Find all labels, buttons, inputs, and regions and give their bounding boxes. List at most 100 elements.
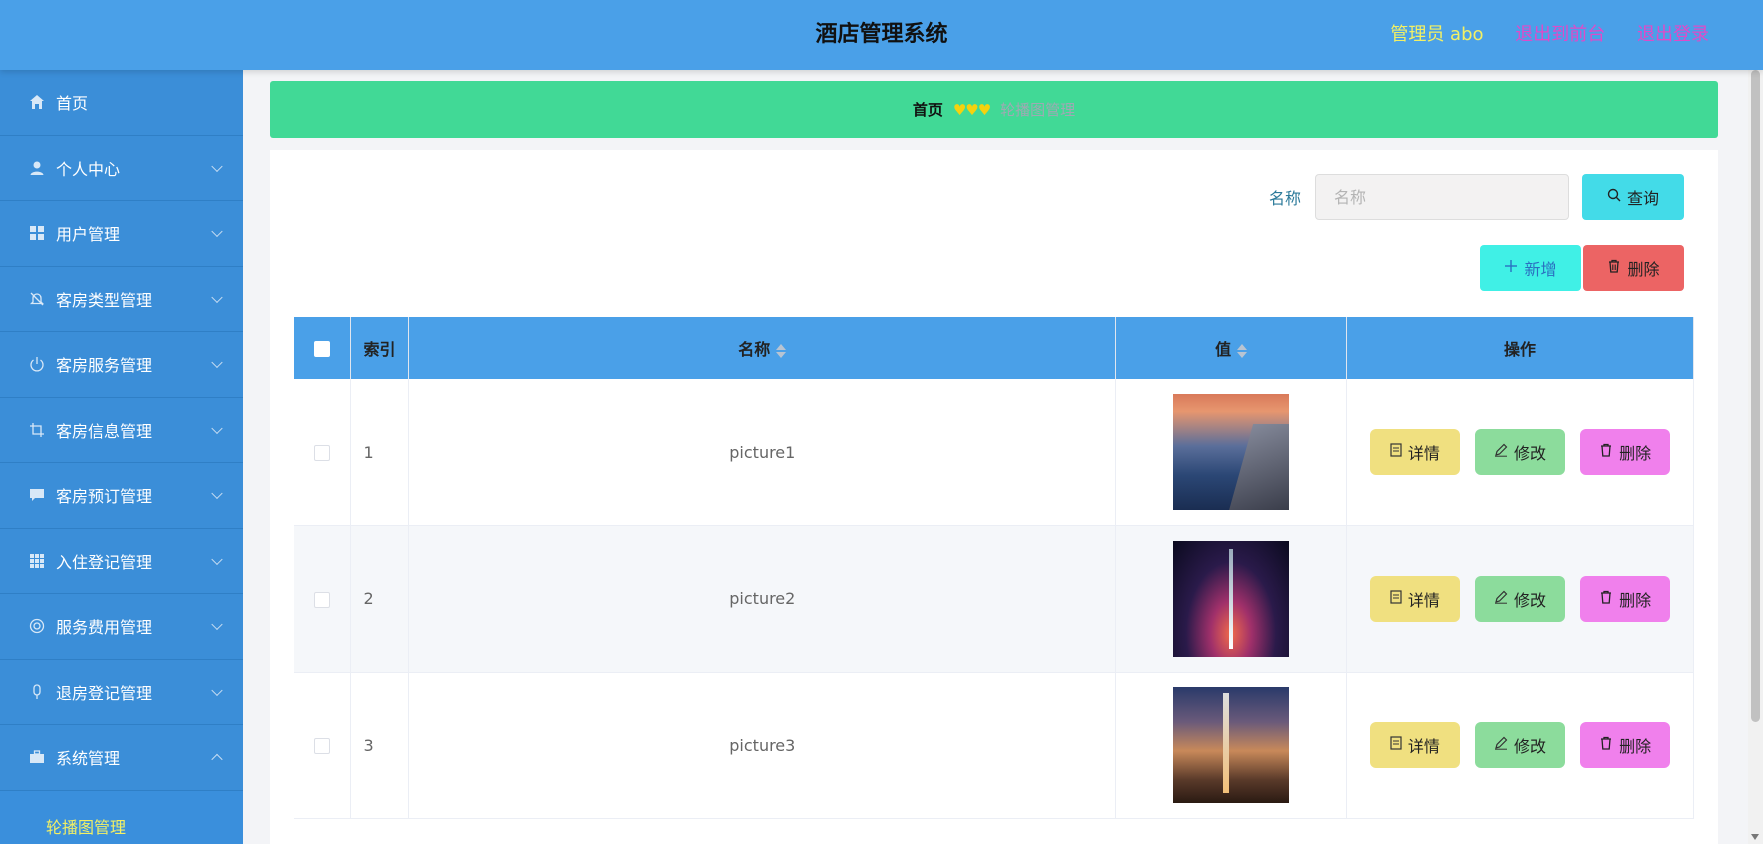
search-row: 名称 查询 (1269, 174, 1684, 220)
edit-icon (1494, 443, 1508, 461)
plus-icon (1504, 259, 1518, 277)
sidebar-item-room-booking[interactable]: 客房预订管理 (0, 463, 243, 529)
chevron-down-icon (211, 356, 223, 369)
table-row: 2 picture2 详情 修改 删除 (294, 525, 1694, 673)
row-operations: 详情 修改 删除 (1346, 525, 1694, 673)
sidebar-item-personal[interactable]: 个人中心 (0, 135, 243, 201)
delete-button[interactable]: 删除 (1580, 575, 1671, 622)
row-operations: 详情 修改 删除 (1346, 379, 1694, 526)
sidebar-item-label: 系统管理 (56, 749, 121, 769)
main-content: 首页 ♥♥♥ 轮播图管理 名称 查询 新增 (243, 70, 1748, 844)
breadcrumb-current: 轮播图管理 (1000, 101, 1076, 119)
edit-label: 修改 (1514, 737, 1547, 757)
row-value (1115, 672, 1348, 819)
detail-button[interactable]: 详情 (1369, 575, 1460, 622)
edit-button[interactable]: 修改 (1475, 429, 1566, 475)
row-index: 3 (350, 672, 410, 819)
header-checkbox-cell (294, 317, 352, 379)
home-icon (28, 93, 46, 111)
sidebar-item-label: 客房类型管理 (56, 290, 153, 310)
exit-front-link[interactable]: 退出到前台 (1515, 24, 1605, 45)
thumbnail-image[interactable] (1173, 687, 1290, 804)
row-name: picture3 (408, 672, 1117, 819)
edit-label: 修改 (1514, 444, 1547, 463)
add-button[interactable]: 新增 (1480, 245, 1581, 291)
sort-icon[interactable] (1237, 343, 1248, 359)
row-checkbox[interactable] (314, 738, 331, 755)
document-icon (1390, 736, 1402, 754)
breadcrumb: 首页 ♥♥♥ 轮播图管理 (270, 81, 1718, 138)
top-header: 酒店管理系统 管理员 abo 退出到前台 退出登录 (0, 0, 1763, 70)
trash-icon (1607, 259, 1621, 277)
detail-button[interactable]: 详情 (1369, 429, 1460, 475)
apps-icon (28, 552, 46, 570)
sidebar-item-home[interactable]: 首页 (0, 70, 243, 136)
scroll-down-icon[interactable] (1751, 834, 1759, 840)
row-checkbox-cell (294, 525, 352, 673)
edit-button[interactable]: 修改 (1475, 575, 1566, 622)
admin-name: 管理员 abo (1390, 24, 1484, 45)
delete-label: 删除 (1619, 590, 1652, 610)
select-all-checkbox[interactable] (314, 341, 331, 357)
sidebar-item-room-types[interactable]: 客房类型管理 (0, 266, 243, 332)
search-input[interactable] (1315, 174, 1569, 220)
edit-icon (1494, 736, 1508, 754)
query-button[interactable]: 查询 (1582, 174, 1684, 220)
scrollbar-thumb[interactable] (1751, 70, 1760, 722)
header-name[interactable]: 名称 (408, 317, 1117, 379)
batch-delete-button[interactable]: 删除 (1583, 245, 1684, 291)
delete-button[interactable]: 删除 (1580, 722, 1671, 769)
sidebar-item-users[interactable]: 用户管理 (0, 201, 243, 267)
header-value-label: 值 (1215, 340, 1232, 359)
user-icon (28, 159, 46, 177)
sidebar-item-room-services[interactable]: 客房服务管理 (0, 332, 243, 398)
bell-icon (28, 290, 46, 308)
mic-icon (28, 683, 46, 701)
sidebar-item-label: 客房服务管理 (56, 356, 153, 376)
delete-label: 删除 (1619, 444, 1652, 463)
row-value (1115, 525, 1348, 673)
trash-icon (1599, 590, 1613, 608)
edit-label: 修改 (1514, 590, 1547, 610)
detail-button[interactable]: 详情 (1369, 722, 1460, 769)
page-scrollbar[interactable] (1748, 70, 1763, 844)
sidebar-subitem-carousel[interactable]: 轮播图管理 (0, 790, 243, 844)
header-operation: 操作 (1346, 317, 1694, 379)
table-header-row: 索引 名称 值 操作 (294, 317, 1694, 379)
sidebar-item-service-fees[interactable]: 服务费用管理 (0, 594, 243, 660)
trash-icon (1599, 736, 1613, 754)
breadcrumb-home[interactable]: 首页 (913, 99, 943, 120)
row-checkbox[interactable] (314, 445, 331, 461)
table-row: 3 picture3 详情 修改 删除 (294, 672, 1694, 819)
heart-separator-icon: ♥♥♥ (952, 100, 991, 119)
power-icon (28, 355, 46, 373)
header-value[interactable]: 值 (1115, 317, 1348, 379)
sidebar-item-checkout[interactable]: 退房登记管理 (0, 659, 243, 725)
row-index: 1 (350, 379, 410, 526)
edit-button[interactable]: 修改 (1475, 722, 1566, 769)
chevron-down-icon (211, 422, 223, 434)
trash-icon (1599, 443, 1613, 461)
edit-icon (1494, 590, 1508, 608)
thumbnail-image[interactable] (1173, 394, 1290, 510)
chevron-down-icon (211, 225, 223, 238)
chevron-down-icon (211, 291, 223, 303)
sidebar-item-room-info[interactable]: 客房信息管理 (0, 397, 243, 463)
sidebar-item-label: 服务费用管理 (56, 618, 153, 638)
sidebar-item-checkin[interactable]: 入住登记管理 (0, 528, 243, 594)
thumbnail-image[interactable] (1173, 540, 1290, 657)
search-label: 名称 (1268, 189, 1301, 208)
sidebar-item-system[interactable]: 系统管理 (0, 725, 243, 791)
delete-button[interactable]: 删除 (1580, 429, 1671, 475)
sidebar-item-label: 入住登记管理 (56, 552, 153, 572)
detail-label: 详情 (1407, 444, 1440, 463)
header-right: 管理员 abo 退出到前台 退出登录 (1364, 0, 1709, 70)
logout-link[interactable]: 退出登录 (1637, 24, 1709, 45)
sort-icon[interactable] (776, 343, 787, 359)
query-button-label: 查询 (1626, 189, 1659, 208)
row-index: 2 (350, 525, 410, 673)
header-name-label: 名称 (738, 340, 771, 359)
action-row: 新增 删除 (1480, 245, 1684, 291)
row-checkbox[interactable] (314, 591, 331, 608)
chevron-up-icon (211, 753, 223, 766)
